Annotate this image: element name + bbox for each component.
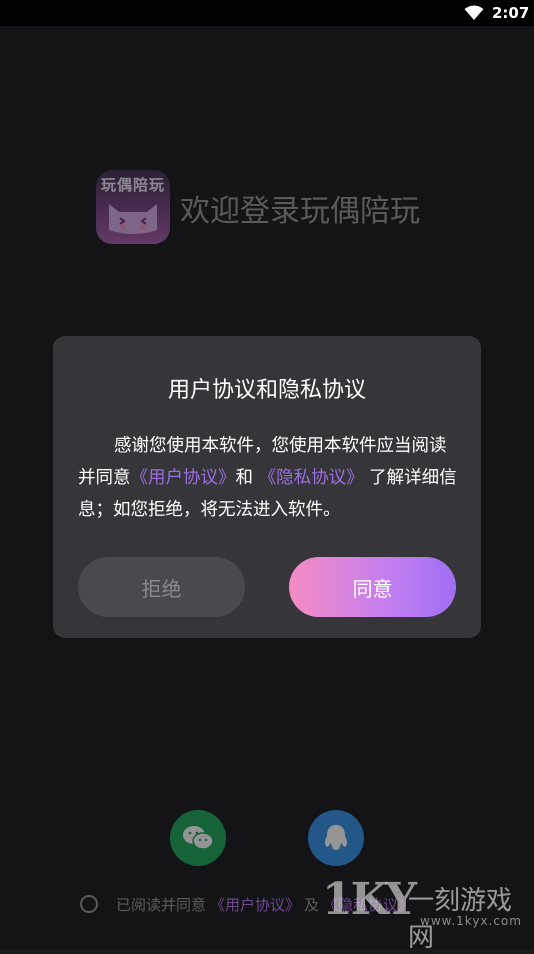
dialog-privacy-link[interactable]: 《隐私协议》 (259, 468, 364, 488)
dialog-and: 和 (235, 468, 254, 488)
qq-icon (325, 825, 347, 850)
app-logo-text: 玩偶陪玩 (100, 176, 165, 194)
site-watermark: 1KY 一刻游戏网 www.1kyx.com (322, 874, 534, 953)
agreement-prefix: 已阅读并同意 (116, 895, 207, 914)
privacy-dialog: 用户协议和隐私协议 感谢您使用本软件，您使用本软件应当阅读并同意《用户协议》和 … (53, 336, 481, 638)
status-time: 2:07 (492, 4, 530, 22)
qq-login-button[interactable] (308, 810, 364, 866)
wifi-icon (464, 5, 484, 20)
owl-mascot-icon (109, 204, 157, 234)
agreement-radio[interactable] (80, 895, 98, 913)
watermark-brand: 1KY (322, 874, 417, 925)
app-logo: 玩偶陪玩 (96, 170, 170, 244)
wechat-login-button[interactable] (170, 810, 226, 866)
agreement-and: 及 (304, 895, 320, 914)
reject-button[interactable]: 拒绝 (78, 557, 245, 617)
agreement-user-link[interactable]: 《用户协议》 (210, 894, 300, 915)
wechat-icon (183, 826, 214, 850)
status-bar: 2:07 (0, 0, 534, 26)
watermark-url: www.1kyx.com (420, 914, 522, 928)
dialog-title: 用户协议和隐私协议 (167, 378, 366, 403)
agree-button[interactable]: 同意 (289, 557, 456, 617)
dialog-user-agreement-link[interactable]: 《用户协议》 (131, 468, 236, 488)
welcome-title: 欢迎登录玩偶陪玩 (180, 194, 420, 229)
dialog-body: 感谢您使用本软件，您使用本软件应当阅读并同意《用户协议》和 《隐私协议》 了解详… (78, 430, 462, 526)
